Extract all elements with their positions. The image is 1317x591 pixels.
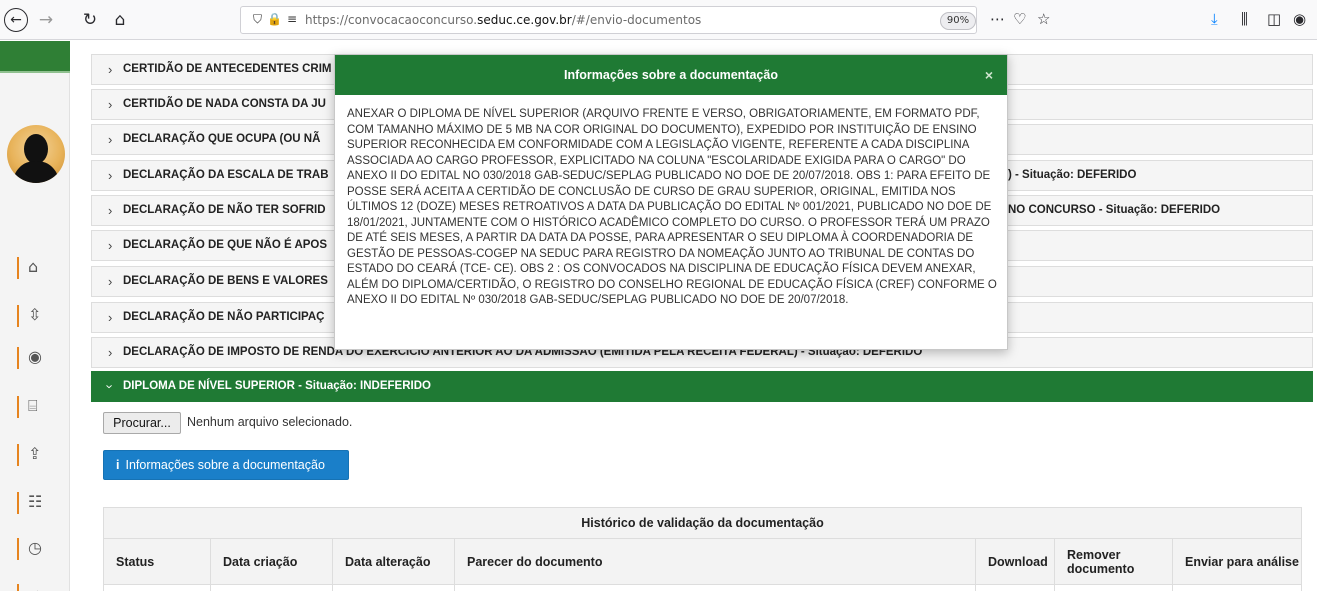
- validation-history-table: Histórico de validação da documentação S…: [103, 507, 1302, 591]
- sidebar-marker: [17, 347, 19, 369]
- sidebar-header: [0, 41, 70, 71]
- sidebar-item-history[interactable]: ◷: [0, 530, 70, 574]
- user-circle-icon: ◉: [28, 347, 42, 366]
- table-cell: [332, 584, 455, 591]
- accordion-row-active[interactable]: › DIPLOMA DE NÍVEL SUPERIOR - Situação: I…: [91, 371, 1313, 402]
- forward-arrow-icon[interactable]: →: [34, 8, 58, 32]
- sidebar-item-sort[interactable]: ⇳: [0, 297, 70, 341]
- info-icon: i: [116, 458, 120, 472]
- column-header-modified: Data alteração: [332, 538, 455, 585]
- accordion-row-label: DECLARAÇÃO QUE OCUPA (OU NÃ: [123, 133, 321, 145]
- accordion-row-label: DIPLOMA DE NÍVEL SUPERIOR - Situação: IN…: [123, 380, 431, 392]
- chevron-right-icon: ›: [108, 310, 113, 325]
- modal-header: Informações sobre a documentação ×: [335, 55, 1007, 95]
- sidebar-toggle-icon[interactable]: ◫: [1267, 10, 1281, 28]
- close-icon[interactable]: ×: [985, 55, 993, 95]
- table-cell: [975, 584, 1055, 591]
- accordion-row-status: NO CONCURSO - Situação: DEFERIDO: [1008, 204, 1221, 216]
- sidebar-item-institution[interactable]: ⌸: [0, 388, 70, 432]
- column-header-opinion: Parecer do documento: [454, 538, 976, 585]
- sidebar-marker: [17, 257, 19, 279]
- chevron-down-icon: ›: [102, 384, 118, 389]
- table-cell: [210, 584, 333, 591]
- bookmark-star-icon[interactable]: ☆: [1037, 10, 1050, 28]
- accordion-row-label: DECLARAÇÃO DE NÃO TER SOFRID: [123, 204, 326, 216]
- logout-icon: ➦: [28, 584, 41, 591]
- sidebar-divider: [0, 71, 70, 73]
- accordion-row-label: DECLARAÇÃO DE IMPOSTO DE REN: [123, 346, 327, 358]
- upload-icon: ⇪: [28, 444, 42, 463]
- file-status-label: Nenhum arquivo selecionado.: [187, 415, 353, 429]
- table-cell: [454, 584, 976, 591]
- accordion-row-label: DECLARAÇÃO DE QUE NÃO É APOS: [123, 239, 328, 251]
- users-icon: ☷: [28, 492, 43, 511]
- sidebar-item-logout[interactable]: ➦: [0, 576, 70, 591]
- address-bar[interactable]: ⛉🔒≡ https://convocacaoconcurso.seduc.ce.…: [240, 6, 977, 34]
- app-sidebar: ⌂ ⇳ ◉ ⌸ ⇪ ☷ ◷ ➦: [0, 41, 70, 591]
- modal-title: Informações sobre a documentação: [564, 68, 778, 82]
- reload-icon[interactable]: ↻: [78, 8, 102, 32]
- clock-icon: ◷: [28, 538, 42, 557]
- library-icon[interactable]: ⫼: [1241, 10, 1248, 28]
- chevron-right-icon: ›: [108, 132, 113, 147]
- chevron-right-icon: ›: [108, 274, 113, 289]
- column-header-status: Status: [103, 538, 211, 585]
- sidebar-marker: [17, 538, 19, 560]
- sort-icon: ⇳: [28, 305, 42, 324]
- sidebar-item-profile[interactable]: ◉: [0, 339, 70, 383]
- sidebar-item-upload[interactable]: ⇪: [0, 436, 70, 480]
- documentation-info-button[interactable]: i Informações sobre a documentação: [103, 450, 349, 480]
- column-header-submit: Enviar para análise: [1172, 538, 1302, 585]
- chevron-right-icon: ›: [108, 203, 113, 218]
- accordion-row-label: DECLARAÇÃO DE NÃO PARTICIPAÇ: [123, 311, 325, 323]
- accordion-row-label: DECLARAÇÃO DA ESCALA DE TRAB: [123, 169, 329, 181]
- account-icon[interactable]: ◉: [1293, 10, 1306, 28]
- table-cell: [1172, 584, 1302, 591]
- user-avatar: [7, 125, 65, 183]
- avatar-silhouette-head: [24, 134, 48, 164]
- download-icon[interactable]: ⤓: [1211, 10, 1218, 28]
- accordion-row-label: CERTIDÃO DE ANTECEDENTES CRIM: [123, 63, 332, 75]
- back-arrow-icon[interactable]: ←: [4, 8, 28, 32]
- chevron-right-icon: ›: [108, 62, 113, 77]
- chevron-right-icon: ›: [108, 238, 113, 253]
- column-header-remove: Remover documento: [1054, 538, 1173, 585]
- browser-toolbar: ← → ↻ ⌂ ⛉🔒≡ https://convocacaoconcurso.s…: [0, 0, 1317, 40]
- sidebar-marker: [17, 396, 19, 418]
- sidebar-marker: [17, 444, 19, 466]
- modal-body-text: ANEXAR O DIPLOMA DE NÍVEL SUPERIOR (ARQU…: [347, 108, 997, 306]
- table-cell: [103, 584, 211, 591]
- security-lock-icon[interactable]: ⛉🔒≡: [253, 12, 302, 27]
- sidebar-item-users[interactable]: ☷: [0, 484, 70, 528]
- zoom-level-badge[interactable]: 90%: [940, 12, 976, 30]
- home-icon[interactable]: ⌂: [108, 8, 132, 32]
- accordion-row-status: ) - Situação: DEFERIDO: [1008, 169, 1137, 181]
- table-caption: Histórico de validação da documentação: [103, 507, 1302, 539]
- sidebar-marker: [17, 492, 19, 514]
- column-header-created: Data criação: [210, 538, 333, 585]
- table-cell: [1054, 584, 1173, 591]
- accordion-row-label: CERTIDÃO DE NADA CONSTA DA JU: [123, 98, 326, 110]
- page-actions-icon[interactable]: ⋯: [990, 10, 1005, 28]
- home-icon: ⌂: [28, 257, 39, 276]
- info-button-label: Informações sobre a documentação: [125, 458, 325, 472]
- sidebar-marker: [17, 584, 19, 591]
- chevron-right-icon: ›: [108, 97, 113, 112]
- avatar-silhouette-body: [13, 161, 59, 183]
- url-text: https://convocacaoconcurso.seduc.ce.gov.…: [305, 13, 702, 27]
- chevron-right-icon: ›: [108, 345, 113, 360]
- institution-icon: ⌸: [28, 396, 38, 415]
- column-header-download: Download: [975, 538, 1055, 585]
- sidebar-marker: [17, 305, 19, 327]
- documentation-info-modal: Informações sobre a documentação × ANEXA…: [334, 54, 1008, 350]
- pocket-icon[interactable]: ♡: [1013, 10, 1026, 28]
- browse-file-button[interactable]: Procurar...: [103, 412, 181, 434]
- accordion-row-label: DECLARAÇÃO DE BENS E VALORES: [123, 275, 328, 287]
- sidebar-item-home[interactable]: ⌂: [0, 249, 70, 293]
- chevron-right-icon: ›: [108, 168, 113, 183]
